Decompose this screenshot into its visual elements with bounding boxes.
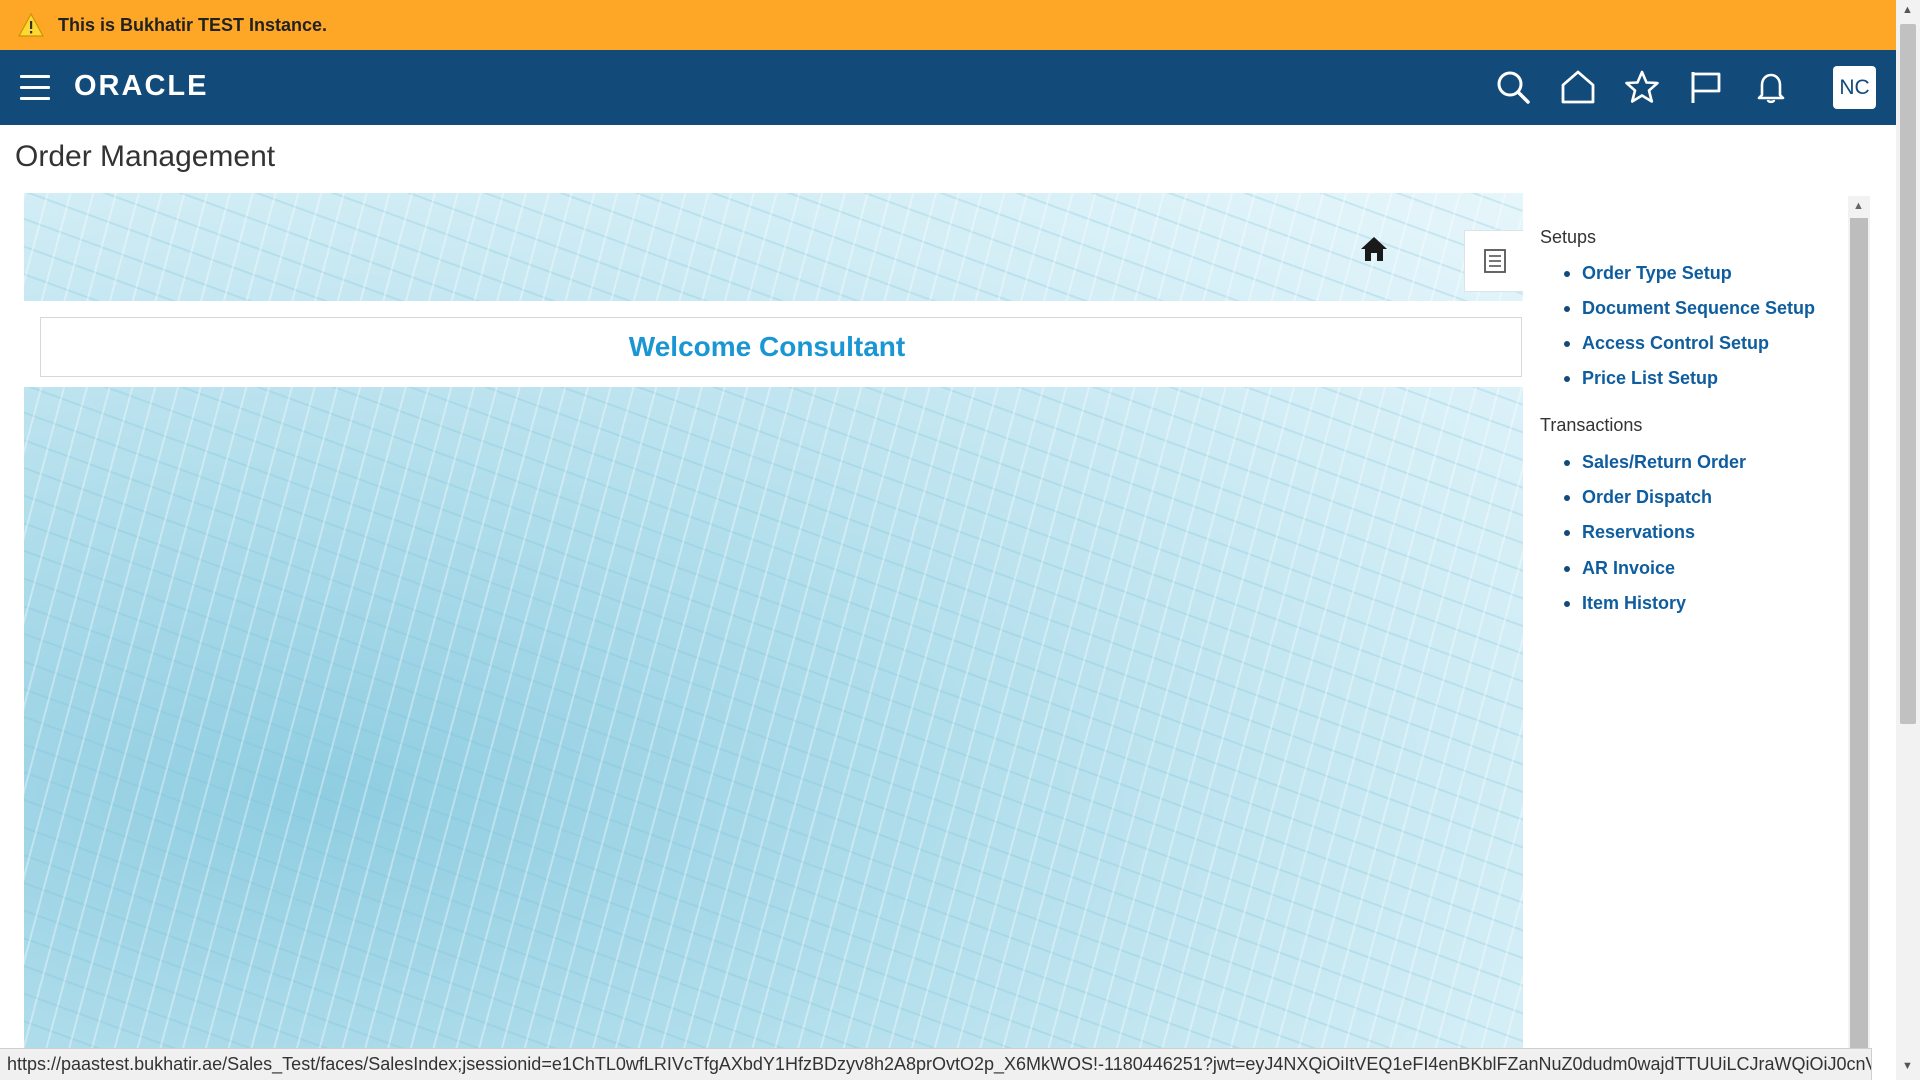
bullet bbox=[1564, 529, 1570, 536]
welcome-panel: Welcome Consultant bbox=[24, 301, 1523, 387]
link-order-type-setup[interactable]: Order Type Setup bbox=[1564, 263, 1732, 284]
scroll-down-arrow-icon[interactable]: ▼ bbox=[1902, 1060, 1913, 1072]
app-header: ORACLE NC bbox=[0, 50, 1896, 125]
bullet bbox=[1564, 270, 1570, 277]
link-order-dispatch[interactable]: Order Dispatch bbox=[1564, 487, 1712, 508]
link-item-history[interactable]: Item History bbox=[1564, 593, 1686, 614]
panel-scrollbar-thumb[interactable] bbox=[1850, 218, 1868, 1050]
flag-icon[interactable] bbox=[1688, 69, 1724, 105]
bullet bbox=[1564, 375, 1570, 382]
welcome-box: Welcome Consultant bbox=[40, 317, 1522, 377]
link-label[interactable]: Order Dispatch bbox=[1582, 487, 1712, 508]
link-price-list-setup[interactable]: Price List Setup bbox=[1564, 368, 1718, 389]
status-bar-url: https://paastest.bukhatir.ae/Sales_Test/… bbox=[0, 1048, 1872, 1080]
bullet bbox=[1564, 340, 1570, 347]
link-label[interactable]: Order Type Setup bbox=[1582, 263, 1732, 284]
bullet bbox=[1564, 494, 1570, 501]
test-instance-banner: This is Bukhatir TEST Instance. bbox=[0, 0, 1896, 50]
document-icon bbox=[1484, 249, 1506, 273]
page-title: Order Management bbox=[15, 140, 276, 173]
menu-icon[interactable] bbox=[20, 75, 50, 100]
section-title-transactions: Transactions bbox=[1540, 415, 1643, 435]
link-label[interactable]: Reservations bbox=[1582, 522, 1695, 543]
link-access-control-setup[interactable]: Access Control Setup bbox=[1564, 333, 1769, 354]
link-label[interactable]: Item History bbox=[1582, 593, 1686, 614]
home-icon[interactable] bbox=[1560, 69, 1596, 105]
warning-icon bbox=[18, 13, 44, 37]
oracle-logo[interactable]: ORACLE bbox=[74, 70, 208, 103]
bullet bbox=[1564, 600, 1570, 607]
banner-text: This is Bukhatir TEST Instance. bbox=[58, 14, 328, 35]
link-label[interactable]: Price List Setup bbox=[1582, 368, 1718, 389]
link-sales-return-order[interactable]: Sales/Return Order bbox=[1564, 452, 1746, 473]
dashboard-background: Welcome Consultant bbox=[24, 193, 1523, 1050]
window-scrollbar-thumb[interactable] bbox=[1900, 24, 1916, 724]
link-ar-invoice[interactable]: AR Invoice bbox=[1564, 558, 1675, 579]
navigation-panel: Setups Order Type Setup Document Sequenc… bbox=[1524, 200, 1846, 1052]
welcome-text: Welcome Consultant bbox=[628, 331, 906, 362]
scroll-up-arrow-icon[interactable]: ▲ bbox=[1902, 4, 1913, 16]
scroll-up-arrow-icon[interactable]: ▲ bbox=[1853, 200, 1864, 212]
bell-icon[interactable] bbox=[1753, 69, 1789, 105]
user-avatar[interactable]: NC bbox=[1833, 66, 1876, 109]
section-title-setups: Setups bbox=[1540, 227, 1597, 247]
panel-scrollbar[interactable]: ▲ bbox=[1848, 196, 1870, 1054]
link-label[interactable]: AR Invoice bbox=[1582, 558, 1675, 579]
home-shortcut-icon[interactable] bbox=[1359, 235, 1389, 263]
link-label[interactable]: Access Control Setup bbox=[1582, 333, 1769, 354]
window-scrollbar[interactable]: ▲ ▼ bbox=[1896, 0, 1920, 1080]
panel-toggle-button[interactable] bbox=[1464, 230, 1523, 292]
bullet bbox=[1564, 565, 1570, 572]
bullet bbox=[1564, 305, 1570, 312]
link-label[interactable]: Document Sequence Setup bbox=[1582, 298, 1815, 319]
link-document-sequence-setup[interactable]: Document Sequence Setup bbox=[1564, 298, 1815, 319]
search-icon[interactable] bbox=[1495, 69, 1531, 105]
star-icon[interactable] bbox=[1624, 69, 1660, 105]
link-label[interactable]: Sales/Return Order bbox=[1582, 452, 1746, 473]
bullet bbox=[1564, 459, 1570, 466]
link-reservations[interactable]: Reservations bbox=[1564, 522, 1695, 543]
